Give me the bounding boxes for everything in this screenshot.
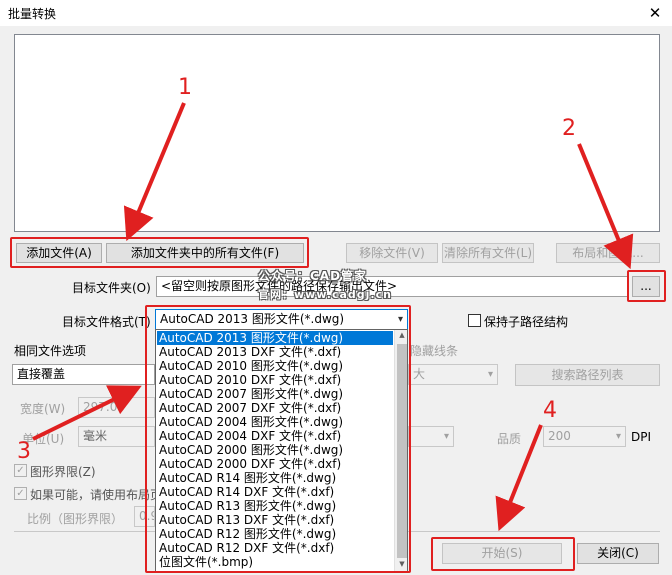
annotation-arrows <box>32 102 634 532</box>
arrow-3 <box>32 385 142 441</box>
arrow-1 <box>123 102 186 242</box>
annotation-number-4: 4 <box>543 398 557 423</box>
arrow-4 <box>495 424 543 532</box>
annotation-number-1: 1 <box>178 75 192 100</box>
arrow-2 <box>577 143 634 270</box>
annotation-number-3: 3 <box>17 439 31 464</box>
annotation-number-2: 2 <box>562 116 576 141</box>
